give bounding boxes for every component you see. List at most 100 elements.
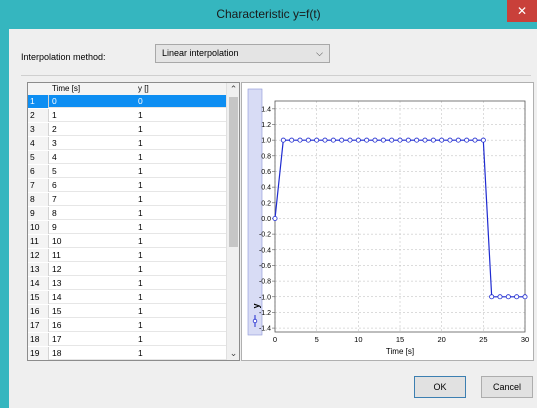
table-row[interactable]: 98 1 <box>28 207 226 220</box>
cell-time[interactable]: 5 <box>52 165 57 178</box>
table-row[interactable]: 54 1 <box>28 151 226 164</box>
cell-y[interactable]: 1 <box>138 137 143 150</box>
column-header-y[interactable]: y [] <box>138 83 149 95</box>
y-tick-label: -0.8 <box>259 279 271 286</box>
data-table[interactable]: Time [s] y [] 10021132143154165176187198… <box>27 82 240 361</box>
cell-y[interactable]: 1 <box>138 249 143 262</box>
cell-time[interactable]: 14 <box>52 291 61 304</box>
table-row[interactable]: 14 13 1 <box>28 277 226 290</box>
cell-time[interactable]: 1 <box>52 109 57 122</box>
row-number: 6 <box>28 165 49 178</box>
x-tick-label: 30 <box>521 335 529 344</box>
table-rows: 1 0 0 2 1 1 3 2 1 4 3 1 5 4 1 6 5 1 7 6 1 8 7 1 9 8 1 10 9 1 11 10 1 12 11… <box>28 95 226 360</box>
cell-y[interactable]: 1 <box>138 291 143 304</box>
cell-time[interactable]: 6 <box>52 179 57 192</box>
row-number: 3 <box>28 123 49 136</box>
table-row[interactable]: 13 12 1 <box>28 263 226 276</box>
cell-y[interactable]: 1 <box>138 109 143 122</box>
cell-time[interactable]: 4 <box>52 151 57 164</box>
cancel-button[interactable]: Cancel <box>481 376 533 398</box>
data-point <box>280 137 286 143</box>
interpolation-method-value: Linear interpolation <box>162 48 239 58</box>
cell-y[interactable]: 1 <box>138 193 143 206</box>
cell-time[interactable]: 9 <box>52 221 57 234</box>
scroll-down-icon[interactable]: ⌄ <box>227 347 239 360</box>
table-row[interactable]: 17 16 1 <box>28 319 226 332</box>
cell-y[interactable]: 1 <box>138 179 143 192</box>
table-row[interactable]: 87 1 <box>28 193 226 206</box>
cell-y[interactable]: 1 <box>138 277 143 290</box>
data-point <box>355 137 361 143</box>
x-axis-label: Time [s] <box>386 347 414 356</box>
cell-y[interactable]: 1 <box>138 347 143 360</box>
cell-y[interactable]: 1 <box>138 235 143 248</box>
cell-y[interactable]: 1 <box>138 319 143 332</box>
cell-y[interactable]: 1 <box>138 333 143 346</box>
cell-time[interactable]: 12 <box>52 263 61 276</box>
table-row[interactable]: 11 10 1 <box>28 235 226 248</box>
table-row[interactable]: 100 <box>28 95 226 108</box>
scrollbar-thumb[interactable] <box>229 97 238 247</box>
interpolation-method-label: Interpolation method: <box>21 52 106 62</box>
y-tick-label: -0.2 <box>259 232 271 239</box>
x-tick-label: 20 <box>437 335 445 344</box>
y-tick-label: -1.4 <box>259 326 271 333</box>
table-row[interactable]: 43 1 <box>28 137 226 150</box>
y-tick-label: 1.4 <box>261 106 271 113</box>
table-row[interactable]: 16 15 1 <box>28 305 226 318</box>
cell-time[interactable]: 16 <box>52 319 61 332</box>
data-point <box>455 137 461 143</box>
table-row[interactable]: 12 11 1 <box>28 249 226 262</box>
cell-time[interactable]: 18 <box>52 347 61 360</box>
data-point <box>464 137 470 143</box>
close-button[interactable]: ✕ <box>507 0 537 22</box>
y-tick-label: 0.4 <box>261 185 271 192</box>
cell-y[interactable]: 1 <box>138 221 143 234</box>
cell-y[interactable]: 1 <box>138 207 143 220</box>
table-row[interactable]: 65 1 <box>28 165 226 178</box>
cell-time[interactable]: 17 <box>52 333 61 346</box>
ok-button[interactable]: OK <box>414 376 466 398</box>
row-number: 4 <box>28 137 49 150</box>
table-row[interactable]: 19 18 1 <box>28 347 226 360</box>
cell-y[interactable]: 1 <box>138 151 143 164</box>
x-tick-label: 25 <box>479 335 487 344</box>
data-point <box>497 294 503 300</box>
cell-y[interactable]: 1 <box>138 123 143 136</box>
cell-time[interactable]: 8 <box>52 207 57 220</box>
cell-y[interactable]: 1 <box>138 165 143 178</box>
cell-y[interactable]: 1 <box>138 305 143 318</box>
table-row[interactable]: 211 <box>28 109 226 122</box>
column-header-time[interactable]: Time [s] <box>52 83 80 95</box>
cell-time[interactable]: 0 <box>52 95 57 108</box>
cell-time[interactable]: 10 <box>52 235 61 248</box>
table-row[interactable]: 18 17 1 <box>28 333 226 346</box>
table-scrollbar[interactable]: ⌃ ⌄ <box>226 83 239 360</box>
data-point <box>272 215 278 221</box>
cell-time[interactable]: 11 <box>52 249 61 262</box>
interpolation-method-select[interactable]: Linear interpolation ⌵ <box>155 44 330 63</box>
table-row[interactable]: 15 14 1 <box>28 291 226 304</box>
data-point <box>514 294 520 300</box>
row-number: 18 <box>28 333 49 346</box>
row-number: 19 <box>28 347 49 360</box>
data-point <box>339 137 345 143</box>
table-row[interactable]: 10 9 1 <box>28 221 226 234</box>
cell-time[interactable]: 2 <box>52 123 57 136</box>
legend-marker <box>252 318 258 324</box>
row-number: 12 <box>28 249 49 262</box>
title-bar: Characteristic y=f(t) ✕ <box>0 0 537 29</box>
x-tick-label: 5 <box>315 335 319 344</box>
cell-y[interactable]: 0 <box>138 95 143 108</box>
data-point <box>397 137 403 143</box>
cell-y[interactable]: 1 <box>138 263 143 276</box>
scroll-up-icon[interactable]: ⌃ <box>227 83 239 96</box>
cell-time[interactable]: 3 <box>52 137 57 150</box>
cell-time[interactable]: 7 <box>52 193 57 206</box>
cell-time[interactable]: 15 <box>52 305 61 318</box>
table-row[interactable]: 32 1 <box>28 123 226 136</box>
table-row[interactable]: 76 1 <box>28 179 226 192</box>
cell-time[interactable]: 13 <box>52 277 61 290</box>
data-point <box>289 137 295 143</box>
row-number: 17 <box>28 319 49 332</box>
